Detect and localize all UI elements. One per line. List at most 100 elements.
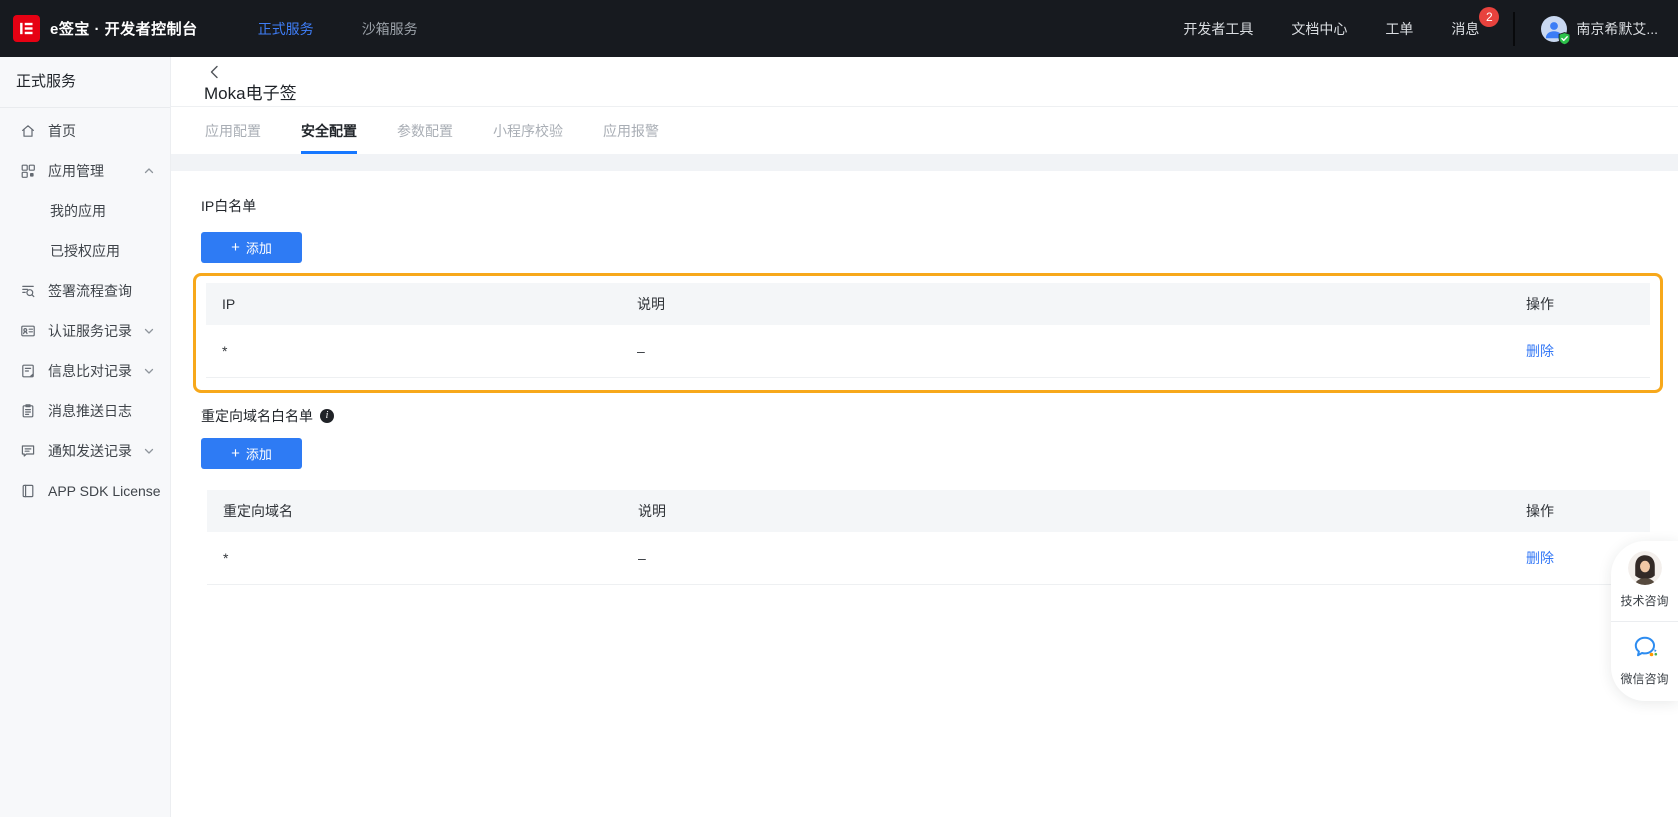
verified-shield-icon xyxy=(1558,31,1571,45)
sidebar-item-label: 签署流程查询 xyxy=(48,283,132,299)
sidebar-item-label: 消息推送日志 xyxy=(48,403,132,419)
sidebar-item-label: APP SDK License xyxy=(48,483,161,499)
column-header-desc: 说明 xyxy=(637,296,665,312)
cell-ip: * xyxy=(222,343,228,359)
esign-logo-icon[interactable] xyxy=(13,15,40,42)
home-icon xyxy=(20,123,36,139)
chevron-down-icon xyxy=(143,365,155,377)
top-header: e签宝 · 开发者控制台 正式服务 沙箱服务 开发者工具 文档中心 工单 消息 … xyxy=(0,0,1678,57)
ip-whitelist-title: IP白名单 xyxy=(201,198,257,214)
table-header-row: 重定向域名 说明 操作 xyxy=(207,490,1650,532)
sidebar: 正式服务 首页 应用管理 我的应用 已授权应用 签署流程查询 认证服务记录 信息… xyxy=(0,57,171,817)
add-redirect-button-label: 添加 xyxy=(245,447,272,462)
sidebar-item-app-sdk-license[interactable]: APP SDK License xyxy=(0,471,170,511)
wechat-bubble-icon xyxy=(1634,636,1657,657)
sidebar-item-label: 信息比对记录 xyxy=(48,363,132,379)
consult-float-widget: 技术咨询 微信咨询 xyxy=(1611,541,1678,701)
id-card-icon xyxy=(20,323,36,339)
log-icon xyxy=(20,403,36,419)
plus-icon: + xyxy=(231,238,240,256)
wechat-consult-label[interactable]: 微信咨询 xyxy=(1620,670,1668,687)
header-right: 开发者工具 文档中心 工单 消息 2 南京希默艾... xyxy=(1145,6,1678,46)
add-ip-button[interactable]: + 添加 xyxy=(201,232,302,263)
link-messages[interactable]: 消息 2 xyxy=(1451,6,1500,39)
sidebar-title: 正式服务 xyxy=(16,73,77,90)
user-avatar[interactable] xyxy=(1541,15,1571,45)
consultant-photo-icon xyxy=(1627,551,1662,585)
apps-icon xyxy=(20,163,36,179)
message-count-badge: 2 xyxy=(1479,6,1500,27)
table-header-row: IP 说明 操作 xyxy=(206,283,1650,325)
redirect-whitelist-title: 重定向域名白名单 i xyxy=(201,406,1650,426)
link-work-order[interactable]: 工单 xyxy=(1385,19,1413,39)
sidebar-item-label: 通知发送记录 xyxy=(48,443,132,459)
table-row: * – 删除 xyxy=(207,532,1650,585)
sidebar-item-home[interactable]: 首页 xyxy=(0,111,170,151)
cell-desc: – xyxy=(638,550,646,566)
table-row: * – 删除 xyxy=(206,325,1650,378)
chevron-up-icon xyxy=(143,165,155,177)
license-icon xyxy=(20,483,36,499)
wechat-icon[interactable] xyxy=(1630,633,1660,663)
delete-ip-link[interactable]: 删除 xyxy=(1526,343,1554,359)
chevron-left-icon xyxy=(210,65,218,79)
add-redirect-domain-button[interactable]: + 添加 xyxy=(201,438,302,469)
sidebar-item-auth-service-records[interactable]: 认证服务记录 xyxy=(0,311,170,351)
add-ip-button-label: 添加 xyxy=(245,241,272,256)
flow-search-icon xyxy=(20,283,36,299)
sidebar-item-label: 认证服务记录 xyxy=(48,323,132,339)
ip-table-highlight-box: IP 说明 操作 * – 删除 xyxy=(193,273,1663,393)
plus-icon: + xyxy=(231,444,240,462)
tab-bar: 应用配置 安全配置 参数配置 小程序校验 应用报警 xyxy=(171,107,1678,154)
chevron-down-icon xyxy=(143,445,155,457)
header-divider xyxy=(1513,11,1516,46)
sidebar-item-authorized-apps[interactable]: 已授权应用 xyxy=(0,231,170,271)
cell-desc: – xyxy=(637,343,645,359)
column-header-action: 操作 xyxy=(1526,296,1554,312)
redirect-whitelist-title-label: 重定向域名白名单 xyxy=(201,408,313,424)
sidebar-item-message-push-log[interactable]: 消息推送日志 xyxy=(0,391,170,431)
sidebar-menu: 首页 应用管理 我的应用 已授权应用 签署流程查询 认证服务记录 信息比对记录 … xyxy=(0,108,170,511)
tab-security-config[interactable]: 安全配置 xyxy=(301,107,357,154)
security-config-panel: IP白名单 + 添加 IP 说明 操作 * – 删除 重定向域名白名单 i + … xyxy=(171,196,1678,585)
tab-param-config[interactable]: 参数配置 xyxy=(397,107,453,154)
nav-sandbox-service[interactable]: 沙箱服务 xyxy=(362,19,418,39)
sidebar-item-label: 应用管理 xyxy=(48,163,104,179)
sidebar-item-info-compare-records[interactable]: 信息比对记录 xyxy=(0,351,170,391)
user-name[interactable]: 南京希默艾... xyxy=(1576,19,1658,39)
link-messages-label: 消息 xyxy=(1451,20,1480,37)
sidebar-item-sign-flow-query[interactable]: 签署流程查询 xyxy=(0,271,170,311)
logo-glyph xyxy=(20,22,33,35)
cell-domain: * xyxy=(223,550,229,566)
top-nav: 正式服务 沙箱服务 xyxy=(258,19,418,39)
sidebar-item-my-apps[interactable]: 我的应用 xyxy=(0,191,170,231)
tech-consult-label[interactable]: 技术咨询 xyxy=(1620,592,1668,609)
sidebar-item-app-management[interactable]: 应用管理 xyxy=(0,151,170,191)
delete-domain-link[interactable]: 删除 xyxy=(1526,550,1554,566)
sidebar-item-label: 我的应用 xyxy=(50,203,106,219)
column-header-domain: 重定向域名 xyxy=(223,503,293,519)
compare-icon xyxy=(20,363,36,379)
widget-divider xyxy=(1611,621,1678,622)
main-content: Moka电子签 应用配置 安全配置 参数配置 小程序校验 应用报警 IP白名单 … xyxy=(171,57,1678,817)
link-developer-tools[interactable]: 开发者工具 xyxy=(1183,19,1253,39)
back-button[interactable] xyxy=(207,64,223,80)
tab-app-config[interactable]: 应用配置 xyxy=(205,107,261,154)
chevron-down-icon xyxy=(143,325,155,337)
sidebar-item-notify-send-records[interactable]: 通知发送记录 xyxy=(0,431,170,471)
column-header-desc: 说明 xyxy=(638,503,666,519)
sidebar-item-label: 首页 xyxy=(48,123,76,139)
consultant-avatar[interactable] xyxy=(1627,551,1662,585)
redirect-whitelist-table: 重定向域名 说明 操作 * – 删除 xyxy=(207,490,1650,585)
link-doc-center[interactable]: 文档中心 xyxy=(1291,19,1347,39)
tab-app-alert[interactable]: 应用报警 xyxy=(603,107,659,154)
brand-title: e签宝 · 开发者控制台 xyxy=(50,21,198,38)
notify-icon xyxy=(20,443,36,459)
info-icon[interactable]: i xyxy=(320,409,334,423)
column-header-action: 操作 xyxy=(1526,503,1554,519)
tab-miniprogram-check[interactable]: 小程序校验 xyxy=(493,107,563,154)
tab-content-separator xyxy=(171,154,1678,171)
nav-production-service[interactable]: 正式服务 xyxy=(258,19,314,39)
page-header: Moka电子签 xyxy=(171,57,1678,107)
ip-whitelist-table: IP 说明 操作 * – 删除 xyxy=(206,283,1650,378)
